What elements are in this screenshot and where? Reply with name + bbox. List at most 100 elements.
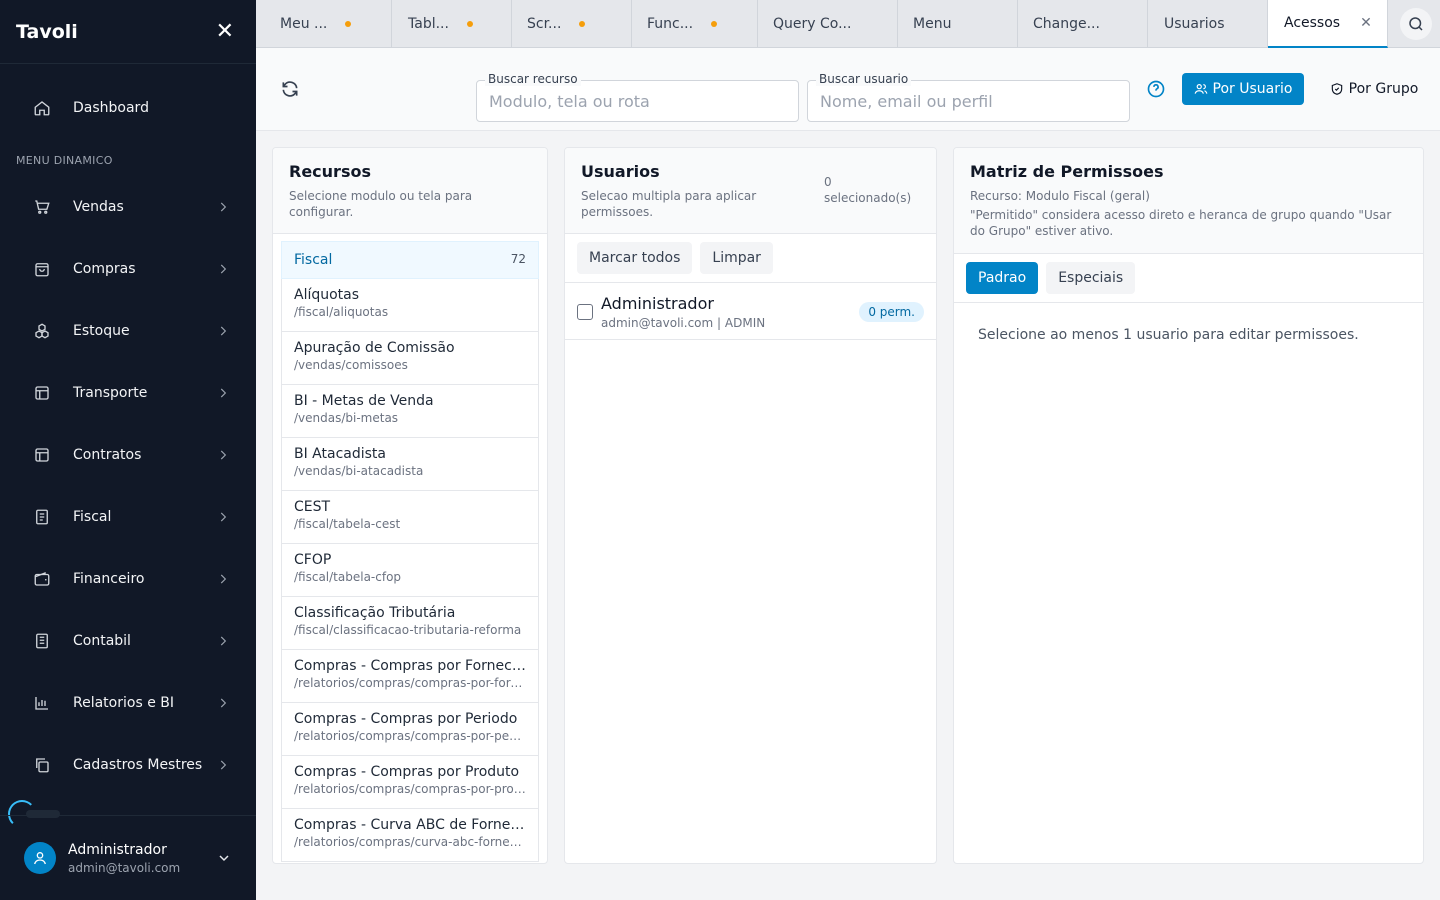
resource-path: /relatorios/compras/compras-por-periodo	[294, 729, 526, 743]
resource-name: BI - Metas de Venda	[294, 393, 434, 409]
chevron-down-icon[interactable]	[216, 850, 232, 866]
sidebar-item-dashboard[interactable]: Dashboard	[0, 88, 256, 128]
user-icon	[34, 852, 46, 865]
sidebar: Tavoli ✕ Dashboard MENU DINAMICO Vendas …	[0, 0, 256, 900]
app-logo: Tavoli	[16, 20, 78, 43]
panel-subtitle: Selecao multipla para aplicar permissoes…	[581, 189, 757, 219]
sidebar-item-financeiro[interactable]: Financeiro	[0, 559, 256, 599]
list-item[interactable]: CEST/fiscal/tabela-cest	[281, 491, 539, 544]
status-badge: 0 perm.	[859, 302, 924, 322]
list-item[interactable]: Compras - Compras por Fornecedor/relator…	[281, 650, 539, 703]
ledger-icon	[36, 633, 48, 649]
resource-path: /fiscal/classificacao-tributaria-reforma	[294, 623, 522, 637]
sidebar-item-label: Fiscal	[73, 509, 112, 525]
users-panel: Usuarios Selecao multipla para aplicar p…	[564, 147, 937, 864]
resource-path: /relatorios/compras/compras-por-produto	[294, 782, 526, 796]
tab-tabl[interactable]: Tabl...	[392, 0, 512, 48]
resource-name: Compras - Compras por Produto	[294, 764, 520, 780]
tab-change[interactable]: Change...	[1018, 0, 1148, 48]
toolbar: Buscar recurso Buscar usuario Por Usuari…	[256, 48, 1440, 131]
list-item[interactable]: Fiscal 72	[281, 241, 539, 279]
chevron-right-icon	[220, 574, 227, 584]
resource-name: Classificação Tributária	[294, 605, 456, 621]
sidebar-item-vendas[interactable]: Vendas	[0, 187, 256, 227]
unsaved-dot-icon	[579, 21, 586, 27]
sidebar-item-compras[interactable]: Compras	[0, 249, 256, 289]
sidebar-item-estoque[interactable]: Estoque	[0, 311, 256, 351]
by-user-button[interactable]: Por Usuario	[1182, 73, 1304, 105]
search-resource-input[interactable]	[477, 81, 798, 121]
tab-label: Change...	[1033, 16, 1100, 32]
list-item[interactable]: Classificação Tributária/fiscal/classifi…	[281, 597, 539, 650]
tab-label: Usuarios	[1164, 16, 1225, 32]
user-name: Administrador	[601, 294, 714, 313]
search-user-field: Buscar usuario	[807, 72, 1130, 122]
close-sidebar-icon[interactable]: ✕	[216, 20, 234, 43]
sidebar-item-fiscal[interactable]: Fiscal	[0, 497, 256, 537]
by-group-button[interactable]: Por Grupo	[1324, 73, 1424, 105]
chevron-right-icon	[220, 450, 227, 460]
wallet-icon	[34, 572, 50, 586]
sidebar-item-label: Contabil	[73, 633, 131, 649]
matrix-resource: Recurso: Modulo Fiscal (geral)	[970, 189, 1150, 203]
layout-icon	[35, 386, 49, 400]
sidebar-item-contabil[interactable]: Contabil	[0, 621, 256, 661]
list-item[interactable]: Compras - Compras por Produto/relatorios…	[281, 756, 539, 809]
clear-button[interactable]: Limpar	[700, 242, 773, 274]
list-item[interactable]: Compras - Curva ABC de Fornecedores/rela…	[281, 809, 539, 862]
tab-menu[interactable]: Menu	[898, 0, 1018, 48]
tab-label: Acessos	[1284, 15, 1341, 31]
list-item[interactable]: BI - Metas de Venda/vendas/bi-metas	[281, 385, 539, 438]
document-icon	[36, 509, 48, 525]
resource-path: /vendas/bi-atacadista	[294, 464, 424, 478]
list-item[interactable]: Apuração de Comissão/vendas/comissoes	[281, 332, 539, 385]
search-tabs-button[interactable]	[1400, 8, 1432, 40]
tab-especiais[interactable]: Especiais	[1046, 262, 1136, 294]
list-item[interactable]: BI Atacadista/vendas/bi-atacadista	[281, 438, 539, 491]
boxes-icon	[35, 323, 49, 339]
mark-all-button[interactable]: Marcar todos	[577, 242, 693, 274]
panel-header: Recursos Selecione modulo ou tela para c…	[273, 148, 547, 234]
search-user-input[interactable]	[808, 81, 1129, 121]
close-tab-icon[interactable]: ✕	[1360, 15, 1372, 31]
list-item[interactable]: Administrador admin@tavoli.com | ADMIN 0…	[565, 283, 936, 340]
resource-count-badge: 72	[510, 252, 526, 266]
empty-state-message: Selecione ao menos 1 usuario para editar…	[978, 327, 1359, 343]
cart-icon	[35, 200, 50, 214]
tab-label: Meu ...	[280, 16, 328, 32]
sidebar-item-relatorios[interactable]: Relatorios e BI	[0, 683, 256, 723]
tab-func[interactable]: Func...	[632, 0, 758, 48]
sidebar-item-contratos[interactable]: Contratos	[0, 435, 256, 475]
matrix-tabs: Padrao Especiais	[954, 254, 1423, 303]
list-item[interactable]: Alíquotas/fiscal/aliquotas	[281, 279, 539, 332]
tab-label: Tabl...	[408, 16, 449, 32]
resource-list: Fiscal 72 Alíquotas/fiscal/aliquotas Apu…	[281, 241, 539, 863]
list-item[interactable]: CFOP/fiscal/tabela-cfop	[281, 544, 539, 597]
copy-icon	[36, 758, 49, 773]
list-item[interactable]: Compras - Compras por Periodo/relatorios…	[281, 703, 539, 756]
resource-name: Alíquotas	[294, 287, 360, 303]
tab-bar: Meu ... Tabl... Scr... Func... Query Co.…	[256, 0, 1440, 48]
user-email: admin@tavoli.com	[68, 861, 181, 875]
panel-subtitle: Selecione modulo ou tela para configurar…	[289, 189, 473, 219]
tab-padrao[interactable]: Padrao	[966, 262, 1039, 294]
sidebar-item-label: Cadastros Mestres	[73, 757, 203, 773]
resource-name: BI Atacadista	[294, 446, 386, 462]
sidebar-item-transporte[interactable]: Transporte	[0, 373, 256, 413]
sidebar-item-label: Relatorios e BI	[73, 695, 174, 711]
sidebar-user-menu[interactable]: Administrador admin@tavoli.com	[0, 815, 256, 900]
sidebar-item-label: Dashboard	[73, 100, 149, 116]
tab-scr[interactable]: Scr...	[512, 0, 632, 48]
tab-meu[interactable]: Meu ...	[256, 0, 392, 48]
user-checkbox[interactable]	[577, 304, 593, 320]
tab-acessos[interactable]: Acessos ✕	[1268, 0, 1388, 48]
tab-usuarios[interactable]: Usuarios	[1148, 0, 1268, 48]
sidebar-item-label: Estoque	[73, 323, 130, 339]
help-icon[interactable]	[1146, 79, 1166, 99]
chevron-right-icon	[220, 388, 227, 398]
sidebar-section-title: MENU DINAMICO	[16, 154, 113, 167]
tab-query[interactable]: Query Co...	[758, 0, 898, 48]
refresh-icon[interactable]	[280, 79, 300, 99]
sidebar-item-cadastros[interactable]: Cadastros Mestres	[0, 745, 256, 785]
resource-name: Fiscal	[294, 252, 333, 268]
